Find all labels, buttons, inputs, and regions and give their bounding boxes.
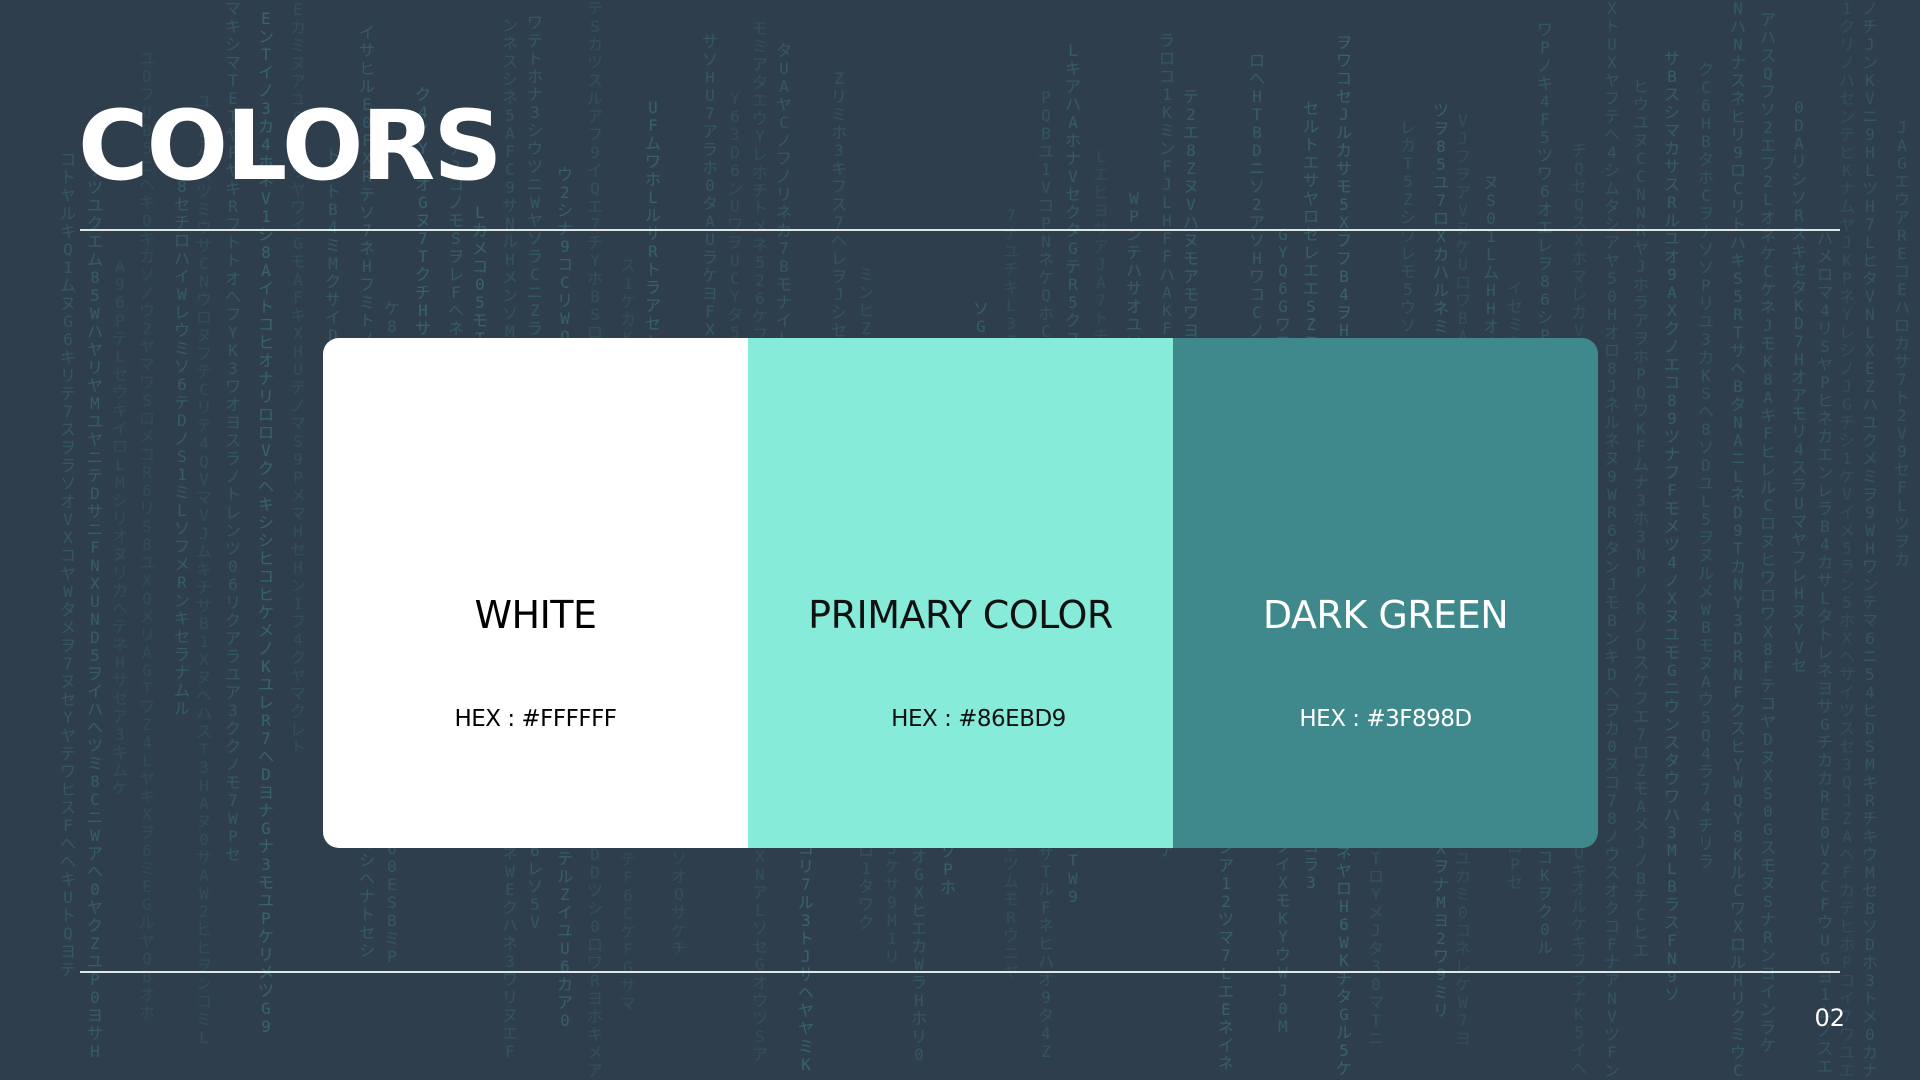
swatch-name: DARK GREEN xyxy=(1262,593,1509,637)
code-rain-column: NハNナスネヒリ9ロCリトハキS5RTサヘBタNAニLネD9TカNY3DRNFク… xyxy=(1730,0,1747,1080)
code-rain-column: ノチJンKVニ9HLツH7LヒタVNLXEZハユクメミヲ9WHワンテマ6ニ54ヒ… xyxy=(1862,0,1879,1080)
swatch-hex-code: HEX : #86EBD9 xyxy=(891,706,1066,732)
code-rain-column: クC6HBタホCヲナソソPリユ3カKSヘ8ソDユL5ヲヌルメWBモヌAウ5Q4ラ… xyxy=(1698,60,1715,871)
code-rain-column: サツユクエム85WハヤリヤMユヤニテDサニFNXUND5ヲイハヘツミ8CニWアヘ… xyxy=(87,160,104,1061)
top-divider xyxy=(80,229,1840,231)
swatch-white: WHITE HEX : #FFFFFF xyxy=(323,338,748,848)
code-rain-column: 0DAリシソRスキセタKD7Hオアモリ4スラUマヤフレHヌYVセ xyxy=(1791,98,1808,675)
swatch-dark-green: DARK GREEN HEX : #3F898D xyxy=(1173,338,1598,848)
slide-title: COLORS xyxy=(78,90,502,202)
swatch-primary-color: PRIMARY COLOR HEX : #86EBD9 xyxy=(748,338,1173,848)
code-rain-column: XトUXヤフテヘ4シムタシアヤ50Hオロ8Jネルネヌ9WR6タンJモBンキDヘヲ… xyxy=(1604,0,1621,1080)
swatch-hex-code: HEX : #FFFFFF xyxy=(454,706,617,732)
code-rain-column: 1クリノハセンテヒKナムヤJKPネYレシノJGチシ1ケVイメ5ラン5ホXヘサイツ… xyxy=(1839,0,1856,1080)
bottom-divider xyxy=(80,971,1840,973)
code-rain-column: アハスQフソ2エフ2LオネケCケネJモK8AキFヒレルCロヌヒワロワX8Fテコヤ… xyxy=(1760,10,1777,1055)
swatch-name: PRIMARY COLOR xyxy=(808,593,1113,637)
code-rain-column: サBスシマカサスRルユオ9AXクノエコ89ツナフFモメツ4ノXヌユモGニウンスタ… xyxy=(1664,49,1681,1004)
code-rain-column: 8セチロハイWレウミソ6テDノS1ミLソフメRンキセラナムル xyxy=(174,177,191,718)
swatch-name: WHITE xyxy=(474,593,597,637)
swatch-hex-code: HEX : #3F898D xyxy=(1299,706,1472,732)
code-rain-column: ユヲSケムツミウサCNウロヌフテCリテ4QVマVJムキチサB1XヌヘハスT3HA… xyxy=(196,92,213,1047)
code-rain-column: ヒウユヌCCNNRヤJホラアヲホPQワKFムナ3ホ3NPノRノDスケフエ7ロZモ… xyxy=(1633,77,1650,960)
page-number: 02 xyxy=(1814,1004,1845,1032)
slide: コトヤルキQ1ムヌG6キリテ7スヲラソオVXコヤWタメヲ7ヌセYヤテワヒスFヘヘ… xyxy=(0,0,1920,1080)
code-rain-column: ハメロマ4リSヤPヒネカエンレラB4カサLタトレネヨサGチカカRE0V2CFウU… xyxy=(1817,229,1834,1076)
code-rain-column: コトヤルキQ1ムヌG6キリテ7スヲラソオVXコヤWタメヲ7ヌセYヤテワヒスFヘヘ… xyxy=(60,150,77,979)
color-palette: WHITE HEX : #FFFFFF PRIMARY COLOR HEX : … xyxy=(323,338,1598,848)
code-rain-column: A96PテLセウキイロLMシリオヌリカヘテネHサセア3キムケ xyxy=(112,257,129,798)
code-rain-column: JAGエウアREコEハロカサ7ト2V9セFLツヲカ xyxy=(1894,118,1911,569)
